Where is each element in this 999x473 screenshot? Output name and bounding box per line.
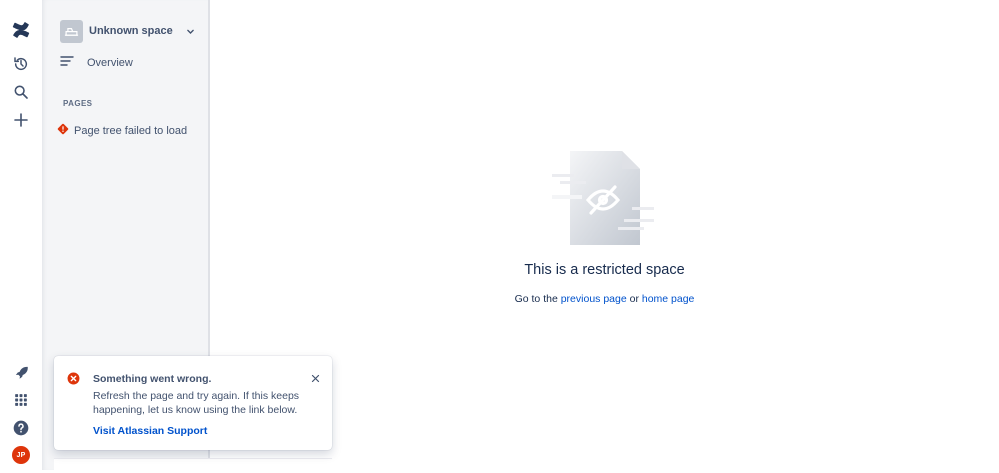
overview-icon: [60, 54, 74, 72]
global-nav: JP: [0, 0, 42, 470]
plus-icon[interactable]: [6, 105, 36, 135]
pages-heading: PAGES: [63, 99, 93, 108]
warning-icon: [57, 122, 69, 140]
user-avatar[interactable]: JP: [12, 446, 30, 464]
page-title: This is a restricted space: [524, 262, 685, 278]
error-icon: [67, 372, 80, 390]
subtitle-prefix: Go to the: [514, 293, 561, 305]
confluence-logo-icon[interactable]: [6, 15, 36, 45]
search-icon[interactable]: [6, 77, 36, 107]
flag-description: Refresh the page and try again. If this …: [93, 390, 300, 416]
page-tree-error-label: Page tree failed to load: [74, 125, 188, 137]
help-icon[interactable]: [6, 413, 36, 443]
sidebar-item-label: Overview: [87, 57, 133, 69]
space-avatar: [60, 19, 83, 43]
previous-page-link[interactable]: previous page: [561, 293, 627, 305]
app-switcher-icon[interactable]: [6, 385, 36, 415]
space-switcher[interactable]: Unknown space: [60, 19, 196, 43]
rocket-icon[interactable]: [6, 357, 36, 387]
home-page-link[interactable]: home page: [642, 293, 695, 305]
space-name: Unknown space: [89, 25, 173, 37]
flag-title: Something went wrong.: [93, 373, 212, 385]
visit-support-link[interactable]: Visit Atlassian Support: [93, 425, 207, 437]
sidebar-item-overview[interactable]: Overview: [60, 53, 196, 73]
close-icon[interactable]: [309, 372, 321, 384]
error-flag: Something went wrong. Refresh the page a…: [54, 356, 332, 450]
restricted-illustration: [552, 151, 658, 252]
history-icon[interactable]: [6, 49, 36, 79]
subtitle-middle: or: [626, 293, 642, 305]
page-tree-error: Page tree failed to load: [57, 122, 187, 140]
restricted-subtitle: Go to the previous page or home page: [210, 293, 999, 305]
flag-stack-edge: [54, 458, 332, 473]
chevron-down-icon[interactable]: [184, 25, 196, 37]
